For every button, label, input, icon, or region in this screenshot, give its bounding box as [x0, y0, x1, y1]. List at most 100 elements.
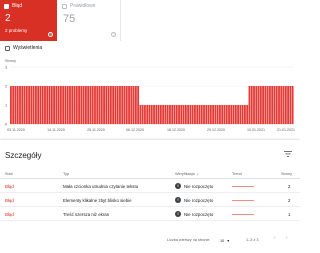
- chart-bar: [257, 86, 260, 124]
- chart-bar: [14, 86, 17, 124]
- next-page-button[interactable]: ›: [286, 235, 288, 241]
- chart-bar: [221, 105, 224, 124]
- chart-bar: [37, 86, 40, 124]
- details-title: Szczegóły: [5, 151, 42, 160]
- column-weryfikacja[interactable]: Weryfikacja ↓: [175, 172, 198, 176]
- chart-bar: [44, 86, 46, 124]
- chart-bar: [291, 86, 294, 124]
- y-tick-label: 3: [5, 64, 8, 69]
- row-type: Mała czcionka utrudnia czytanie tekstu: [63, 184, 139, 189]
- rows-per-page-label: Liczba wierszy na stronie:: [167, 238, 211, 242]
- chart-bar: [82, 86, 85, 124]
- chart-bar: [25, 86, 28, 124]
- chart-bar: [73, 86, 76, 124]
- chart-bar: [62, 86, 65, 124]
- chart-bar: [137, 86, 140, 124]
- row-trend-sparkline: [232, 200, 254, 201]
- chart-bar: [107, 86, 110, 124]
- chart-bar: [269, 86, 271, 124]
- filter-icon[interactable]: [284, 151, 292, 157]
- chart-bar: [232, 105, 235, 124]
- row-verification: Nie rozpoczęto: [184, 184, 214, 189]
- errors-count: 2: [5, 13, 11, 24]
- chart-bar: [159, 105, 162, 124]
- chart-bar: [69, 86, 71, 124]
- pagination: Liczba wierszy na stronie: 10 ▾ 1–3 z 3 ‹…: [0, 235, 300, 246]
- chart-bar: [96, 86, 99, 124]
- chart-bar: [198, 105, 201, 124]
- chart-bar: [64, 86, 67, 124]
- chart-bar: [100, 86, 103, 124]
- errors-label: Błąd: [12, 3, 23, 9]
- prev-page-button[interactable]: ‹: [274, 235, 276, 241]
- chart-bar: [164, 105, 167, 124]
- chart-bar: [225, 105, 228, 124]
- chart-bar: [41, 86, 44, 124]
- chart-bar: [53, 86, 55, 124]
- chart-bar: [55, 86, 58, 124]
- details-panel: Szczegóły Stan Typ Weryfikacja ↓ Trend St…: [0, 140, 300, 253]
- chart-bar: [91, 86, 94, 124]
- row-trend-sparkline: [232, 214, 254, 215]
- valid-card[interactable]: Prawidłowe 75 ?: [58, 0, 121, 41]
- chart-bar: [112, 86, 115, 124]
- chart-bar: [21, 86, 24, 124]
- help-icon[interactable]: ?: [111, 32, 116, 37]
- table-header: Stan Typ Weryfikacja ↓ Trend Strony: [0, 169, 300, 179]
- chart-bar: [259, 86, 262, 124]
- chart-bar: [155, 105, 158, 124]
- chart-bar: [57, 86, 60, 124]
- impressions-checkbox[interactable]: [5, 45, 10, 51]
- chart-bar: [105, 86, 108, 124]
- chart-bar: [109, 86, 112, 124]
- chart-bar: [28, 86, 30, 124]
- chart-bar: [214, 105, 217, 124]
- errors-card[interactable]: Błąd 2 2 problemy ?: [0, 0, 57, 41]
- chart-bar: [39, 86, 42, 124]
- page: Błąd 2 2 problemy ? Prawidłowe 75 ? Wyśw…: [0, 0, 300, 253]
- chart-bar: [48, 86, 51, 124]
- chart-bar: [246, 105, 249, 124]
- chart-bar: [78, 86, 80, 124]
- table-row[interactable]: Błąd Elementy klikalne zbyt blisko siebi…: [0, 194, 300, 207]
- table-row[interactable]: Błąd Treść szersza niż ekran ! Nie rozpo…: [0, 208, 300, 221]
- chart-bar: [19, 86, 21, 124]
- chart-bar: [239, 105, 242, 124]
- chart-bar: [280, 86, 283, 124]
- x-tick-label: 29.12.2020: [207, 128, 225, 132]
- table-row[interactable]: Błąd Mała czcionka utrudnia czytanie tek…: [0, 180, 300, 193]
- chart-bar: [119, 86, 121, 124]
- chart-bar: [253, 86, 255, 124]
- rows-per-page-value: 10: [220, 239, 225, 243]
- chart-bar: [250, 86, 253, 124]
- chart-bar: [203, 105, 205, 124]
- help-icon[interactable]: ?: [48, 32, 53, 37]
- chart-bar: [123, 86, 126, 124]
- chart-bar: [87, 86, 90, 124]
- column-stan[interactable]: Stan: [5, 172, 13, 176]
- chart-bar: [12, 86, 15, 124]
- column-typ[interactable]: Typ: [63, 172, 69, 176]
- column-strony[interactable]: Strony: [281, 172, 292, 176]
- chart-bar: [103, 86, 105, 124]
- chart-bar: [148, 105, 151, 124]
- not-started-icon: !: [175, 211, 181, 217]
- chart-bar: [94, 86, 96, 124]
- chart-bar: [46, 86, 49, 124]
- sort-down-icon: ↓: [196, 172, 199, 176]
- chart-bar: [264, 86, 267, 124]
- impressions-label: Wyświetlenia: [13, 45, 43, 51]
- rows-per-page-select[interactable]: 10 ▾: [220, 238, 229, 243]
- valid-count: 75: [63, 13, 76, 25]
- chart-bar: [130, 86, 133, 124]
- errors-checkbox[interactable]: [4, 4, 9, 9]
- row-verification: Nie rozpoczęto: [184, 198, 214, 203]
- chart-bar: [23, 86, 26, 124]
- x-tick-label: 25.11.2020: [87, 128, 105, 132]
- chart-bar: [75, 86, 78, 124]
- chart-bar: [287, 86, 290, 124]
- chart-bar: [216, 105, 219, 124]
- chart-bar: [66, 86, 69, 124]
- valid-checkbox[interactable]: [62, 4, 67, 9]
- impressions-toggle[interactable]: Wyświetlenia: [5, 44, 42, 52]
